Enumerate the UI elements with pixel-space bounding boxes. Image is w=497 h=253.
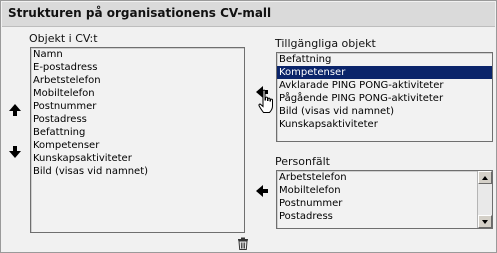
list-item[interactable]: Avklarade PING PONG-aktiviteter	[277, 79, 492, 92]
list-item[interactable]: Kunskapsaktiviteter	[277, 118, 492, 131]
chevron-up-icon	[482, 176, 488, 180]
delete-button[interactable]	[237, 237, 249, 250]
available-objects-label: Tillgängliga objekt	[275, 37, 376, 50]
title-bar: Strukturen på organisationens CV-mall	[2, 2, 495, 27]
list-item[interactable]: Kunskapsaktiviteter	[31, 152, 244, 165]
list-item[interactable]: Postnummer	[31, 100, 244, 113]
arrow-down-icon	[9, 146, 21, 158]
list-item[interactable]: Befattning	[277, 53, 492, 66]
hand-pointer-icon	[257, 89, 277, 115]
list-item[interactable]: Kompetenser	[277, 66, 492, 79]
chevron-down-icon	[482, 220, 488, 224]
list-item[interactable]: Befattning	[31, 126, 244, 139]
person-fields-list[interactable]: Arbetstelefon Mobiltelefon Postnummer Posta…	[276, 170, 493, 229]
list-item[interactable]: Postadress	[277, 210, 492, 223]
list-item[interactable]: Mobiltelefon	[277, 184, 492, 197]
list-item[interactable]: Arbetstelefon	[277, 171, 492, 184]
scroll-up-button[interactable]	[478, 171, 492, 184]
available-objects-list[interactable]: Befattning Kompetenser Avklarade PING PONG…	[276, 52, 493, 142]
list-item[interactable]: Bild (visas vid namnet)	[31, 165, 244, 178]
add-personfield-button[interactable]	[255, 184, 269, 198]
cv-objects-label: Objekt i CV:t	[29, 32, 98, 45]
cv-template-panel: Strukturen på organisationens CV-mall Ob…	[0, 0, 497, 253]
list-item[interactable]: Arbetstelefon	[31, 74, 244, 87]
arrow-up-icon	[9, 104, 21, 116]
list-item[interactable]: Postadress	[31, 113, 244, 126]
panel-title: Strukturen på organisationens CV-mall	[8, 6, 272, 20]
person-fields-scrollbar[interactable]	[477, 171, 492, 228]
person-fields-label: Personfält	[275, 155, 330, 168]
list-item[interactable]: Mobiltelefon	[31, 87, 244, 100]
list-item[interactable]: Namn	[31, 48, 244, 61]
list-item[interactable]: Pågående PING PONG-aktiviteter	[277, 92, 492, 105]
list-item[interactable]: Postnummer	[277, 197, 492, 210]
arrow-left-icon	[256, 185, 268, 197]
move-down-button[interactable]	[8, 145, 22, 159]
cv-objects-list[interactable]: Namn E-postadress Arbetstelefon Mobiltelefo…	[30, 47, 245, 233]
list-item[interactable]: Kompetenser	[31, 139, 244, 152]
trash-icon	[238, 237, 248, 250]
list-item[interactable]: Bild (visas vid namnet)	[277, 105, 492, 118]
move-up-button[interactable]	[8, 103, 22, 117]
scroll-down-button[interactable]	[478, 215, 492, 228]
list-item[interactable]: E-postadress	[31, 61, 244, 74]
